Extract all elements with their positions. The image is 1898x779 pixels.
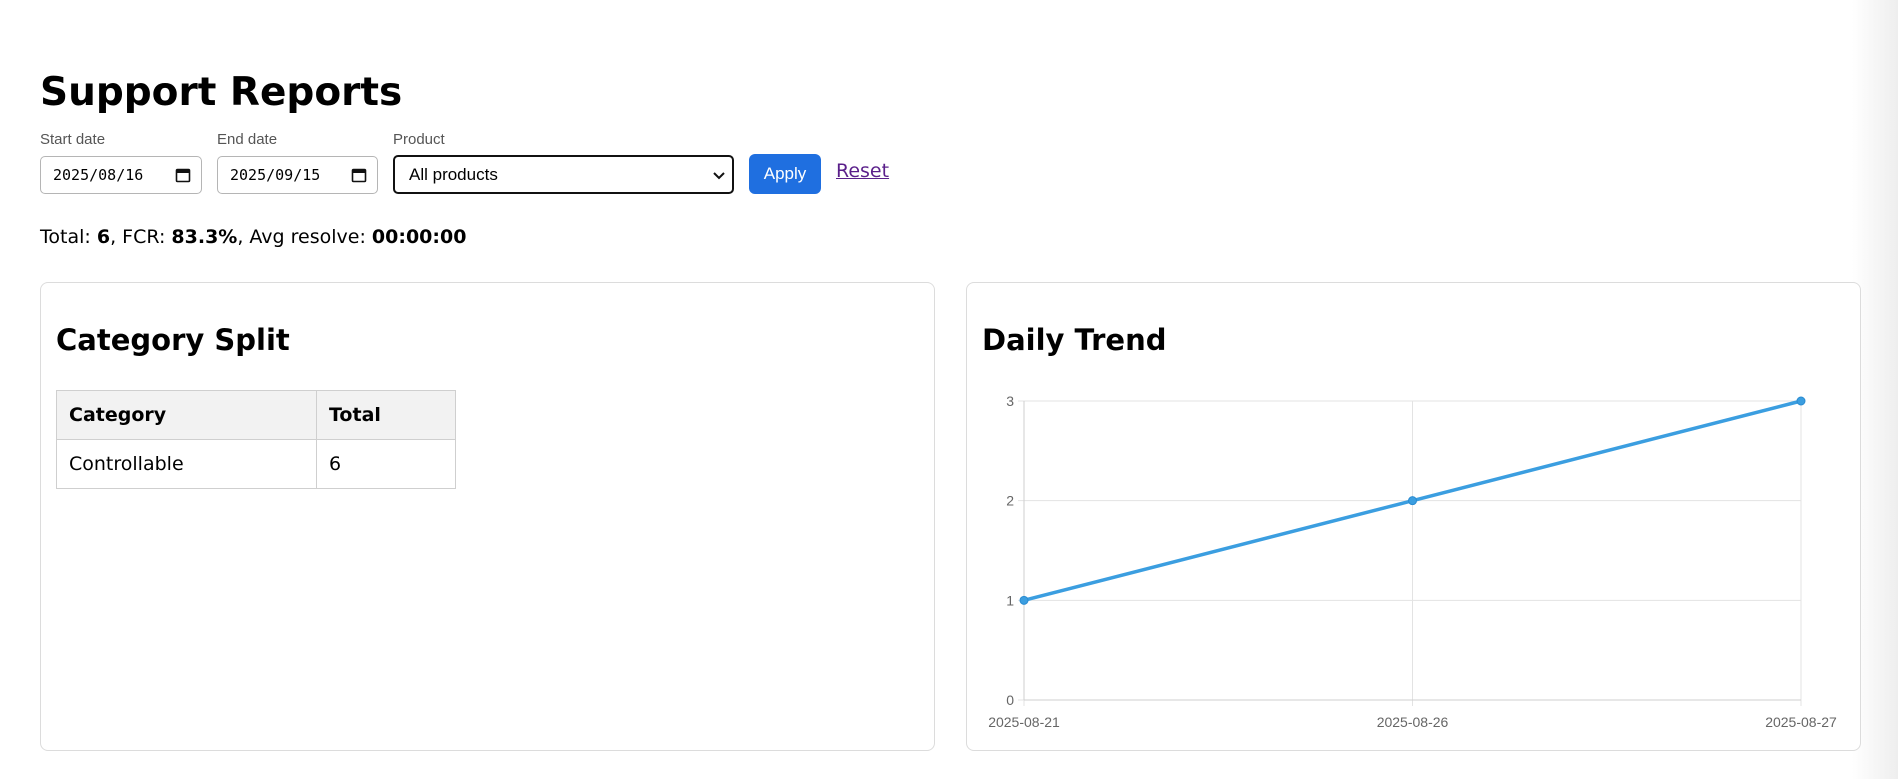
category-table: Category Total Controllable 6 bbox=[56, 390, 456, 489]
total-label: Total: bbox=[40, 226, 97, 248]
category-split-title: Category Split bbox=[56, 323, 290, 357]
category-split-card: Category Split Category Total Controllab… bbox=[40, 282, 935, 751]
end-date-label: End date bbox=[217, 131, 278, 148]
daily-trend-card: Daily Trend 0 1 2 3 2025-08-21 2025-08-26 2025… bbox=[966, 282, 1861, 751]
x-tick-label: 2025-08-26 bbox=[1377, 714, 1449, 730]
apply-button[interactable]: Apply bbox=[749, 154, 821, 194]
column-header-total: Total bbox=[316, 390, 456, 440]
total-cell: 6 bbox=[316, 439, 456, 489]
start-date-label: Start date bbox=[40, 131, 106, 148]
y-tick-label: 1 bbox=[1006, 592, 1014, 608]
y-tick-label: 0 bbox=[1006, 692, 1014, 708]
y-tick-label: 3 bbox=[1006, 393, 1014, 409]
x-tick-label: 2025-08-27 bbox=[1765, 714, 1837, 730]
data-point bbox=[1019, 595, 1029, 605]
summary-line: Total: 6, FCR: 83.3%, Avg resolve: 00:00… bbox=[40, 226, 466, 248]
data-point bbox=[1796, 396, 1806, 406]
calendar-icon[interactable] bbox=[351, 167, 367, 183]
start-date-input[interactable]: 2025/08/16 bbox=[40, 156, 202, 194]
table-row: Controllable 6 bbox=[56, 439, 456, 489]
x-tick-label: 2025-08-21 bbox=[988, 714, 1060, 730]
fcr-label: , FCR: bbox=[110, 226, 172, 248]
start-date-value: 2025/08/16 bbox=[53, 166, 144, 184]
table-header-row: Category Total bbox=[56, 390, 456, 440]
chevron-down-icon bbox=[713, 171, 725, 179]
total-value: 6 bbox=[96, 226, 111, 248]
avg-resolve-label: , Avg resolve: bbox=[237, 226, 372, 248]
column-header-category: Category bbox=[56, 390, 317, 440]
reset-link[interactable]: Reset bbox=[836, 160, 889, 182]
page-title: Support Reports bbox=[40, 70, 403, 115]
product-select-value: All products bbox=[409, 164, 498, 184]
avg-resolve-value: 00:00:00 bbox=[371, 226, 467, 248]
calendar-icon[interactable] bbox=[175, 167, 191, 183]
daily-trend-chart: 0 1 2 3 2025-08-21 2025-08-26 2025-08-27 bbox=[988, 393, 1837, 730]
fcr-value: 83.3% bbox=[171, 226, 238, 248]
y-tick-label: 2 bbox=[1006, 493, 1014, 509]
end-date-value: 2025/09/15 bbox=[230, 166, 321, 184]
product-label: Product bbox=[393, 131, 445, 148]
product-select[interactable]: All products bbox=[393, 155, 734, 194]
data-point bbox=[1408, 496, 1417, 506]
category-cell: Controllable bbox=[56, 439, 317, 489]
end-date-input[interactable]: 2025/09/15 bbox=[217, 156, 378, 194]
